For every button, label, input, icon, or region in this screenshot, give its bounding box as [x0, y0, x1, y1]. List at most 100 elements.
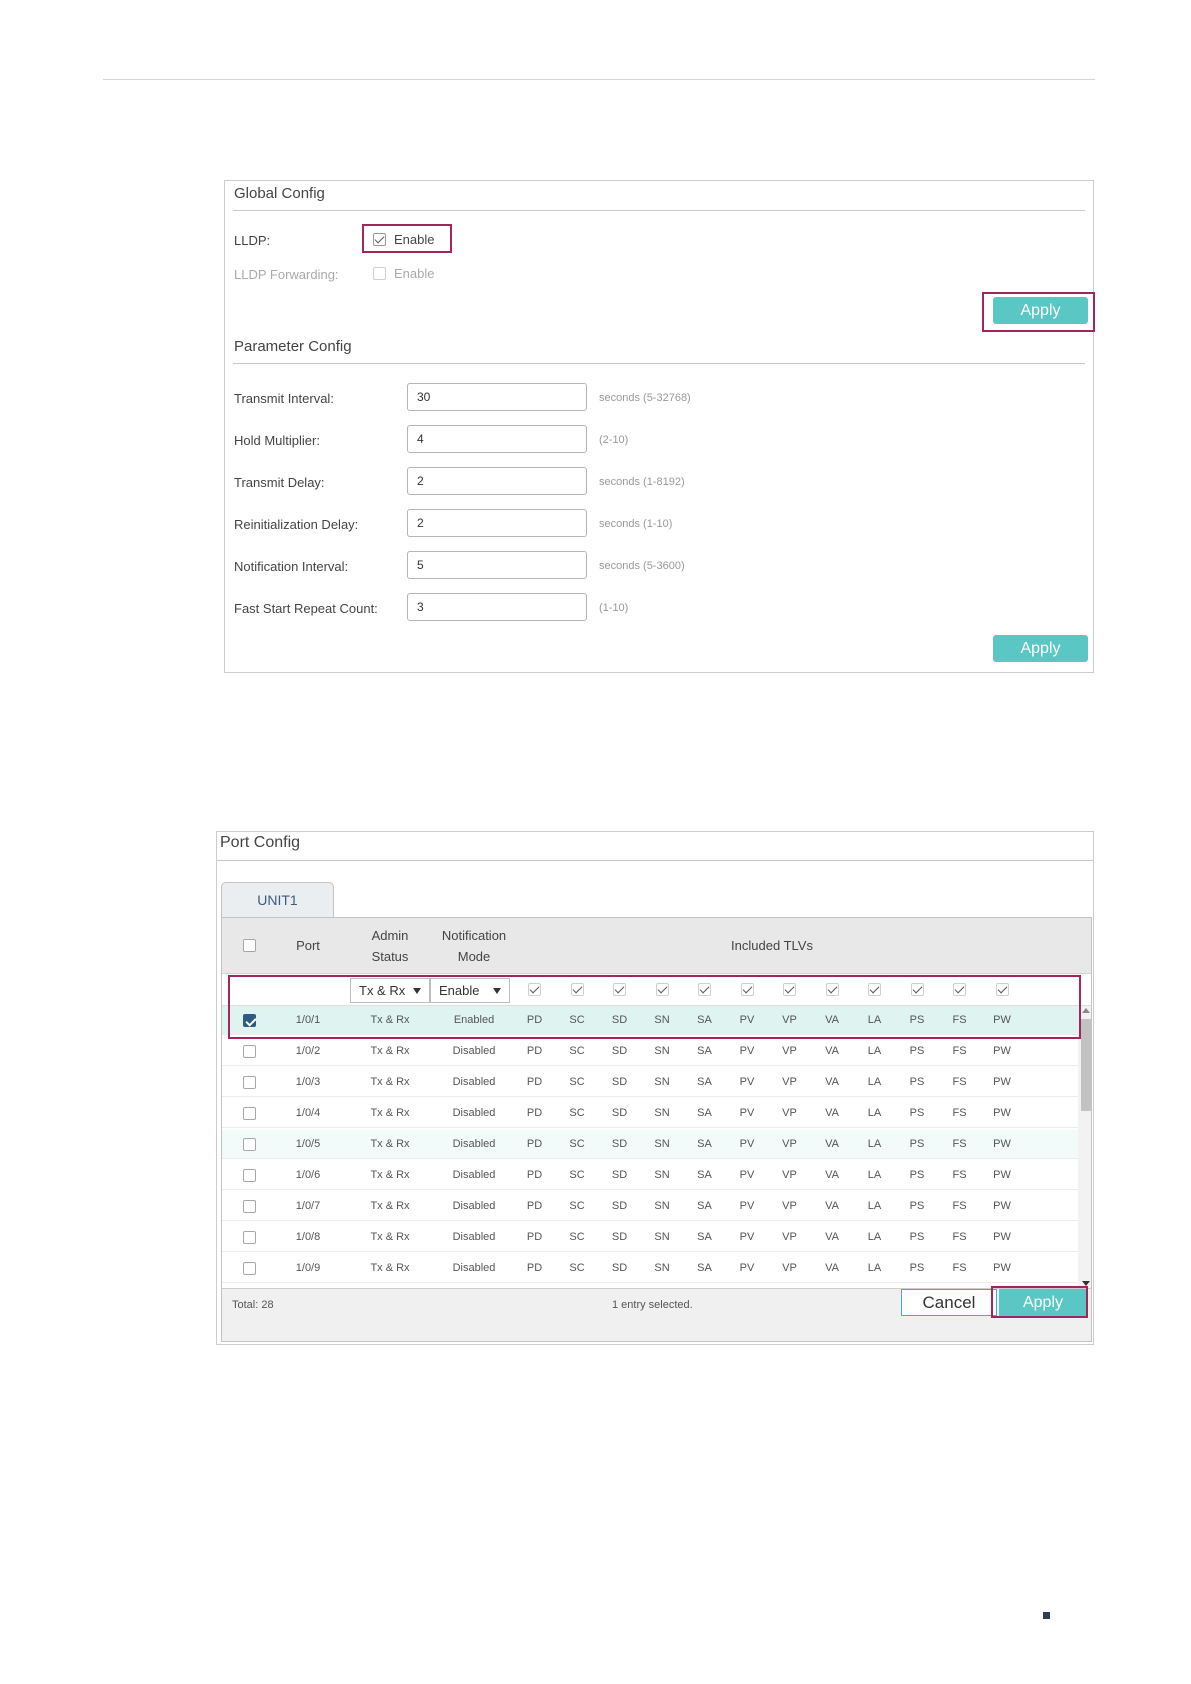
transmit-delay-input[interactable]: 2 — [407, 467, 587, 495]
notification-mode-cell: Disabled — [452, 1107, 496, 1119]
table-scrollbar[interactable] — [1078, 1006, 1091, 1288]
header-notification-mode: Notification Mode — [424, 925, 524, 967]
tlv-cell-pd: PD — [526, 1200, 543, 1212]
tlv-cell-va: VA — [825, 1076, 839, 1088]
notification-mode-cell: Disabled — [452, 1076, 496, 1088]
admin-status-cell: Tx & Rx — [370, 1045, 410, 1057]
highlight-box-filter-and-first-row — [228, 975, 1081, 1039]
tlv-cell-fs: FS — [952, 1169, 967, 1181]
tlv-cell-va: VA — [825, 1045, 839, 1057]
highlight-box-port-apply — [991, 1286, 1088, 1318]
tlv-cell-vp: VP — [782, 1169, 797, 1181]
tlv-cell-va: VA — [825, 1169, 839, 1181]
tlv-cell-fs: FS — [952, 1200, 967, 1212]
row-select-checkbox[interactable] — [243, 1262, 256, 1275]
lldp-forwarding-enable-label: Enable — [394, 266, 435, 281]
hold-multiplier-label: Hold Multiplier: — [234, 433, 320, 448]
checkbox-unchecked-icon[interactable] — [373, 267, 386, 280]
row-select-checkbox[interactable] — [243, 1107, 256, 1120]
tlv-cell-ps: PS — [909, 1262, 925, 1274]
tlv-cell-pv: PV — [739, 1045, 755, 1057]
global-config-panel: Global Config LLDP: Enable LLDP Forwardi… — [224, 180, 1095, 673]
tlv-cell-fs: FS — [952, 1231, 967, 1243]
row-select-checkbox[interactable] — [243, 1045, 256, 1058]
hold-multiplier-input[interactable]: 4 — [407, 425, 587, 453]
row-select-checkbox[interactable] — [243, 1169, 256, 1182]
parameter-apply-button[interactable]: Apply — [993, 635, 1088, 662]
tlv-cell-vp: VP — [782, 1231, 797, 1243]
tlv-cell-vp: VP — [782, 1045, 797, 1057]
tlv-cell-sn: SN — [654, 1169, 670, 1181]
tlv-cell-ps: PS — [909, 1200, 925, 1212]
notification-interval-input[interactable]: 5 — [407, 551, 587, 579]
port-config-divider — [217, 860, 1093, 861]
scrollbar-thumb[interactable] — [1081, 1019, 1091, 1111]
tlv-cell-pv: PV — [739, 1231, 755, 1243]
tlv-cell-va: VA — [825, 1262, 839, 1274]
tlv-cell-sa: SA — [697, 1169, 712, 1181]
tlv-cell-sa: SA — [697, 1107, 712, 1119]
table-row[interactable]: 1/0/9 Tx & Rx Disabled PD SC SD SN SA PV VP VA LA PS… — [222, 1254, 1078, 1283]
tlv-cell-pw: PW — [993, 1200, 1011, 1212]
tlv-cell-la: LA — [867, 1231, 882, 1243]
header-notification-mode-line2: Mode — [457, 949, 491, 964]
tlv-cell-sa: SA — [697, 1200, 712, 1212]
tlv-cell-pv: PV — [739, 1107, 755, 1119]
reinitialization-delay-input[interactable]: 2 — [407, 509, 587, 537]
tlv-cell-fs: FS — [952, 1076, 967, 1088]
row-select-checkbox[interactable] — [243, 1200, 256, 1213]
tlv-cell-sc: SC — [569, 1200, 585, 1212]
tlv-cell-sd: SD — [611, 1169, 628, 1181]
header-admin-status: Admin Status — [350, 925, 430, 967]
tlv-cell-sd: SD — [611, 1262, 628, 1274]
tlv-cell-pv: PV — [739, 1262, 755, 1274]
tlv-cell-pw: PW — [993, 1138, 1011, 1150]
total-count: Total: 28 — [232, 1299, 274, 1311]
cancel-button[interactable]: Cancel — [901, 1289, 997, 1316]
row-select-checkbox[interactable] — [243, 1231, 256, 1244]
transmit-delay-label: Transmit Delay: — [234, 475, 325, 490]
tlv-cell-la: LA — [867, 1107, 882, 1119]
tlv-cell-sd: SD — [611, 1045, 628, 1057]
tlv-cell-sc: SC — [569, 1138, 585, 1150]
table-row[interactable]: 1/0/8 Tx & Rx Disabled PD SC SD SN SA PV VP VA LA PS… — [222, 1223, 1078, 1252]
lldp-forwarding-checkbox[interactable]: Enable — [373, 266, 434, 281]
fast-start-repeat-count-input[interactable]: 3 — [407, 593, 587, 621]
table-row[interactable]: 1/0/4 Tx & Rx Disabled PD SC SD SN SA PV VP VA LA PS… — [222, 1099, 1078, 1128]
hold-multiplier-hint: (2-10) — [599, 434, 629, 446]
tlv-cell-sc: SC — [569, 1107, 585, 1119]
tlv-cell-fs: FS — [952, 1107, 967, 1119]
tab-unit1[interactable]: UNIT1 — [221, 882, 334, 917]
tlv-cell-sc: SC — [569, 1169, 585, 1181]
tlv-cell-sd: SD — [611, 1076, 628, 1088]
tlv-cell-va: VA — [825, 1200, 839, 1212]
tlv-cell-la: LA — [867, 1169, 882, 1181]
tlv-cell-pv: PV — [739, 1200, 755, 1212]
table-row[interactable]: 1/0/3 Tx & Rx Disabled PD SC SD SN SA PV VP VA LA PS… — [222, 1068, 1078, 1097]
fast-start-repeat-count-hint: (1-10) — [599, 602, 629, 614]
port-config-panel: Port Config UNIT1 Port Admin Status Noti… — [216, 831, 1094, 1345]
tlv-cell-sn: SN — [654, 1262, 670, 1274]
tlv-cell-va: VA — [825, 1138, 839, 1150]
transmit-interval-input[interactable]: 30 — [407, 383, 587, 411]
select-all-checkbox[interactable] — [243, 939, 256, 952]
notification-mode-cell: Disabled — [452, 1262, 496, 1274]
notification-mode-cell: Disabled — [452, 1200, 496, 1212]
row-select-checkbox[interactable] — [243, 1076, 256, 1089]
port-cell: 1/0/2 — [295, 1045, 321, 1057]
table-row[interactable]: 1/0/5 Tx & Rx Disabled PD SC SD SN SA PV VP VA LA PS… — [222, 1130, 1078, 1159]
tlv-cell-sn: SN — [654, 1107, 670, 1119]
tlv-cell-sd: SD — [611, 1231, 628, 1243]
tlv-cell-sa: SA — [697, 1076, 712, 1088]
header-admin-status-line1: Admin — [371, 928, 409, 943]
table-row[interactable]: 1/0/2 Tx & Rx Disabled PD SC SD SN SA PV VP VA LA PS… — [222, 1037, 1078, 1066]
tlv-cell-sc: SC — [569, 1045, 585, 1057]
scroll-up-icon[interactable] — [1082, 1008, 1090, 1013]
tlv-cell-la: LA — [867, 1045, 882, 1057]
row-select-checkbox[interactable] — [243, 1138, 256, 1151]
tlv-cell-pd: PD — [526, 1076, 543, 1088]
table-row[interactable]: 1/0/7 Tx & Rx Disabled PD SC SD SN SA PV VP VA LA PS… — [222, 1192, 1078, 1221]
highlight-box-lldp — [362, 224, 452, 253]
table-row[interactable]: 1/0/6 Tx & Rx Disabled PD SC SD SN SA PV VP VA LA PS… — [222, 1161, 1078, 1190]
tlv-cell-pd: PD — [526, 1107, 543, 1119]
